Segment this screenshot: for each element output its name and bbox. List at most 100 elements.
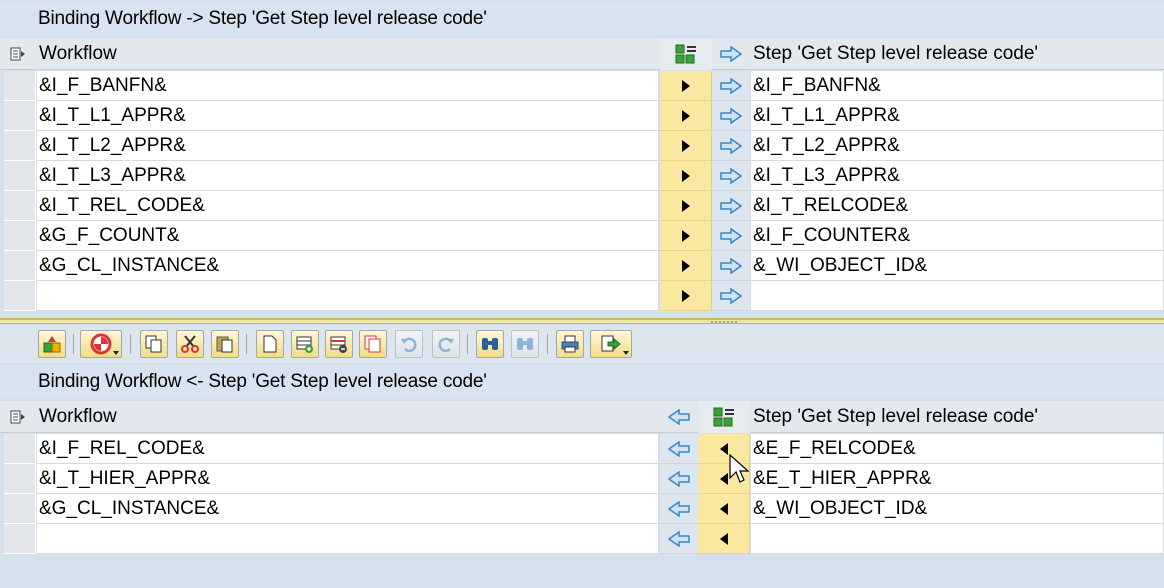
binding-row	[0, 281, 1164, 311]
expression-toggle-button[interactable]	[660, 221, 712, 251]
expression-toggle-button[interactable]	[698, 524, 750, 554]
row-selector[interactable]	[4, 464, 36, 494]
workflow-container-cell[interactable]	[37, 281, 659, 311]
row-selector[interactable]	[4, 281, 36, 311]
import-header-row: Workflow Step 'Get Step level release co…	[0, 401, 1164, 433]
expression-toggle-button[interactable]	[660, 71, 712, 101]
workflow-container-cell[interactable]: &I_F_REL_CODE&	[37, 434, 659, 464]
expression-editor-icon[interactable]	[698, 401, 750, 433]
triangle-right-icon	[681, 169, 690, 182]
expression-toggle-button[interactable]	[660, 251, 712, 281]
copy-button[interactable]	[140, 330, 168, 358]
new-button[interactable]	[256, 330, 284, 358]
step-container-cell[interactable]: &E_F_RELCODE&	[751, 434, 1164, 464]
workflow-container-cell[interactable]: &G_F_COUNT&	[37, 221, 659, 251]
binding-row: &I_T_L1_APPR& &I_T_L1_APPR&	[0, 101, 1164, 131]
export-header-row: Workflow Step 'Get Step level release co…	[0, 38, 1164, 70]
workflow-container-cell[interactable]: &I_T_L3_APPR&	[37, 161, 659, 191]
step-container-cell[interactable]: &I_T_L2_APPR&	[751, 131, 1164, 161]
find-next-button[interactable]	[511, 330, 539, 358]
binding-row: &I_T_L2_APPR& &I_T_L2_APPR&	[0, 131, 1164, 161]
pane-splitter[interactable]	[0, 318, 1164, 324]
step-container-cell[interactable]: &I_T_L1_APPR&	[751, 101, 1164, 131]
row-selector[interactable]	[4, 71, 36, 101]
workflow-container-cell[interactable]	[37, 524, 659, 554]
binding-row: &I_T_L3_APPR& &I_T_L3_APPR&	[0, 161, 1164, 191]
row-selector[interactable]	[4, 494, 36, 524]
binding-row: &I_T_REL_CODE& &I_T_RELCODE&	[0, 191, 1164, 221]
triangle-right-icon	[681, 289, 690, 302]
expression-editor-icon[interactable]	[660, 38, 712, 70]
expression-toggle-button[interactable]	[660, 161, 712, 191]
step-container-cell[interactable]	[751, 524, 1164, 554]
triangle-right-icon	[681, 199, 690, 212]
col-header-workflow: Workflow	[39, 406, 117, 427]
find-button[interactable]	[476, 330, 504, 358]
select-all-icon[interactable]	[0, 401, 36, 433]
workflow-container-cell[interactable]: &G_CL_INSTANCE&	[37, 494, 659, 524]
arrow-right-header-icon	[712, 38, 750, 70]
mouse-cursor-icon	[729, 454, 750, 483]
arrow-left-header-icon	[660, 401, 698, 433]
row-selector[interactable]	[4, 131, 36, 161]
step-container-cell[interactable]: &I_F_BANFN&	[751, 71, 1164, 101]
step-container-cell[interactable]: &E_T_HIER_APPR&	[751, 464, 1164, 494]
insert-row-button[interactable]	[291, 330, 319, 358]
duplicate-button[interactable]	[359, 330, 387, 358]
row-selector[interactable]	[4, 524, 36, 554]
triangle-right-icon	[681, 109, 690, 122]
col-header-step: Step 'Get Step level release code'	[753, 43, 1039, 64]
arrow-right-icon	[712, 191, 750, 221]
arrow-right-icon	[712, 281, 750, 311]
binding-row: &G_CL_INSTANCE& &_WI_OBJECT_ID&	[0, 494, 1164, 524]
delete-row-button[interactable]	[325, 330, 353, 358]
row-selector[interactable]	[4, 191, 36, 221]
print-button[interactable]	[556, 330, 584, 358]
triangle-right-icon	[681, 79, 690, 92]
row-selector[interactable]	[4, 434, 36, 464]
export-button[interactable]	[590, 330, 632, 358]
binding-row: &G_F_COUNT& &I_F_COUNTER&	[0, 221, 1164, 251]
workflow-container-cell[interactable]: &I_T_HIER_APPR&	[37, 464, 659, 494]
workflow-container-cell[interactable]: &I_T_L1_APPR&	[37, 101, 659, 131]
expression-toggle-button[interactable]	[660, 281, 712, 311]
workflow-container-cell[interactable]: &I_T_REL_CODE&	[37, 191, 659, 221]
workflow-container-cell[interactable]: &I_F_BANFN&	[37, 71, 659, 101]
step-container-cell[interactable]: &_WI_OBJECT_ID&	[751, 251, 1164, 281]
step-container-cell[interactable]	[751, 281, 1164, 311]
expression-toggle-button[interactable]	[698, 494, 750, 524]
binding-row: &G_CL_INSTANCE& &_WI_OBJECT_ID&	[0, 251, 1164, 281]
binding-toolbar	[0, 325, 1164, 363]
undo-button[interactable]	[395, 330, 423, 358]
row-selector[interactable]	[4, 221, 36, 251]
triangle-left-icon	[719, 442, 728, 455]
triangle-right-icon	[681, 139, 690, 152]
triangle-left-icon	[719, 502, 728, 515]
expression-button[interactable]	[38, 330, 66, 358]
redo-button[interactable]	[432, 330, 460, 358]
row-selector[interactable]	[4, 101, 36, 131]
expression-toggle-button[interactable]	[660, 191, 712, 221]
stop-button[interactable]	[80, 330, 122, 358]
workflow-container-cell[interactable]: &I_T_L2_APPR&	[37, 131, 659, 161]
expression-toggle-button[interactable]	[660, 131, 712, 161]
step-container-cell[interactable]: &I_T_L3_APPR&	[751, 161, 1164, 191]
paste-button[interactable]	[211, 330, 239, 358]
arrow-right-icon	[712, 71, 750, 101]
arrow-left-icon	[660, 524, 698, 554]
cut-button[interactable]	[176, 330, 204, 358]
export-binding-title: Binding Workflow -> Step 'Get Step level…	[0, 2, 1164, 35]
workflow-container-cell[interactable]: &G_CL_INSTANCE&	[37, 251, 659, 281]
arrow-left-icon	[660, 464, 698, 494]
step-container-cell[interactable]: &_WI_OBJECT_ID&	[751, 494, 1164, 524]
step-container-cell[interactable]: &I_F_COUNTER&	[751, 221, 1164, 251]
select-all-icon[interactable]	[0, 38, 36, 70]
arrow-right-icon	[712, 221, 750, 251]
row-selector[interactable]	[4, 161, 36, 191]
row-selector[interactable]	[4, 251, 36, 281]
triangle-right-icon	[681, 259, 690, 272]
expression-toggle-button[interactable]	[660, 101, 712, 131]
step-container-cell[interactable]: &I_T_RELCODE&	[751, 191, 1164, 221]
import-binding-title: Binding Workflow <- Step 'Get Step level…	[0, 365, 1164, 398]
arrow-left-icon	[660, 434, 698, 464]
